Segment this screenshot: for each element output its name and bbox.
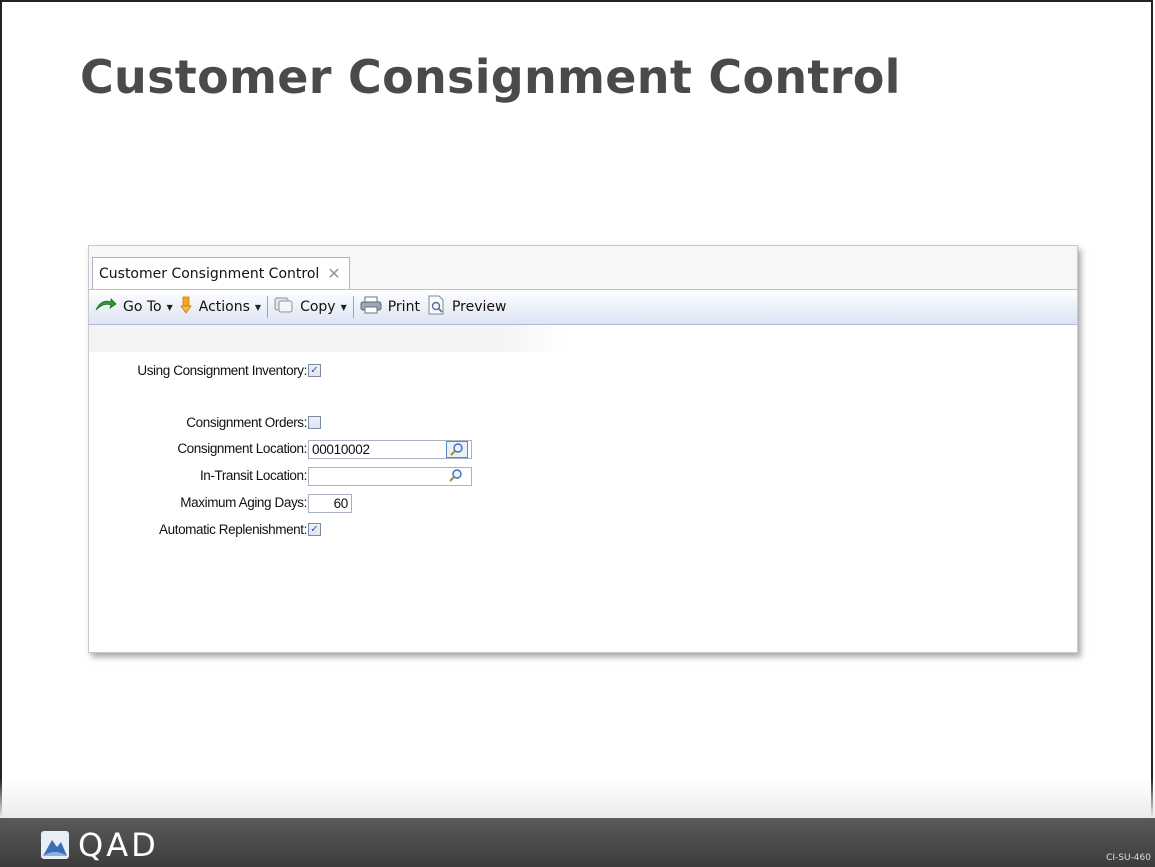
- max-aging-days-label: Maximum Aging Days:: [180, 495, 307, 510]
- app-window: Customer Consignment Control ✕ Go To ▼ A…: [88, 245, 1078, 653]
- footer-fade: [0, 778, 1155, 818]
- chevron-down-icon: ▼: [166, 302, 173, 312]
- toolbar-separator: [352, 296, 354, 318]
- toolbar-separator: [267, 296, 269, 318]
- tab-customer-consignment-control[interactable]: Customer Consignment Control ✕: [92, 257, 350, 289]
- goto-button[interactable]: Go To ▼: [95, 295, 173, 319]
- copy-label: Copy: [300, 299, 336, 315]
- in-transit-location-lookup-button[interactable]: [446, 468, 468, 485]
- toolbar: Go To ▼ Actions ▼ Copy ▼ Print Preview: [89, 290, 1077, 325]
- copy-icon: [274, 296, 294, 318]
- in-transit-location-label: In-Transit Location:: [199, 468, 307, 483]
- qad-logo-icon: [41, 831, 69, 859]
- logo-text: QAD: [78, 826, 159, 864]
- actions-label: Actions: [198, 299, 250, 315]
- slide-title: Customer Consignment Control: [80, 50, 901, 104]
- close-icon[interactable]: ✕: [327, 264, 340, 283]
- preview-label: Preview: [451, 299, 507, 315]
- tab-strip: Customer Consignment Control ✕: [89, 246, 1077, 290]
- print-label: Print: [387, 299, 420, 315]
- preview-button[interactable]: Preview: [426, 295, 507, 319]
- tab-label: Customer Consignment Control: [99, 265, 320, 282]
- using-consignment-checkbox[interactable]: ✓: [308, 364, 321, 377]
- actions-icon: [179, 296, 193, 318]
- qad-logo: QAD: [40, 826, 159, 864]
- max-aging-days-input[interactable]: [308, 494, 352, 513]
- goto-label: Go To: [123, 299, 162, 315]
- magnifier-icon: [449, 469, 462, 482]
- consignment-orders-checkbox[interactable]: [308, 416, 321, 429]
- form-header-band: [89, 325, 564, 352]
- slide-code: CI-SU-460: [1106, 853, 1151, 863]
- goto-arrow-icon: [95, 298, 117, 316]
- magnifier-icon: [450, 443, 463, 456]
- print-button[interactable]: Print: [360, 295, 420, 319]
- chevron-down-icon: ▼: [340, 302, 347, 312]
- printer-icon: [360, 296, 382, 318]
- consignment-location-label: Consignment Location:: [177, 441, 307, 456]
- using-consignment-label: Using Consignment Inventory:: [137, 363, 307, 378]
- consignment-location-lookup-button[interactable]: [446, 441, 468, 458]
- copy-button[interactable]: Copy ▼: [274, 295, 347, 319]
- auto-replenishment-checkbox[interactable]: ✓: [308, 523, 321, 536]
- footer-bar: QAD CI-SU-460: [0, 818, 1155, 867]
- chevron-down-icon: ▼: [254, 302, 262, 312]
- auto-replenishment-label: Automatic Replenishment:: [159, 522, 307, 537]
- consignment-orders-label: Consignment Orders:: [186, 415, 307, 430]
- actions-button[interactable]: Actions ▼: [179, 295, 261, 319]
- preview-icon: [426, 295, 446, 319]
